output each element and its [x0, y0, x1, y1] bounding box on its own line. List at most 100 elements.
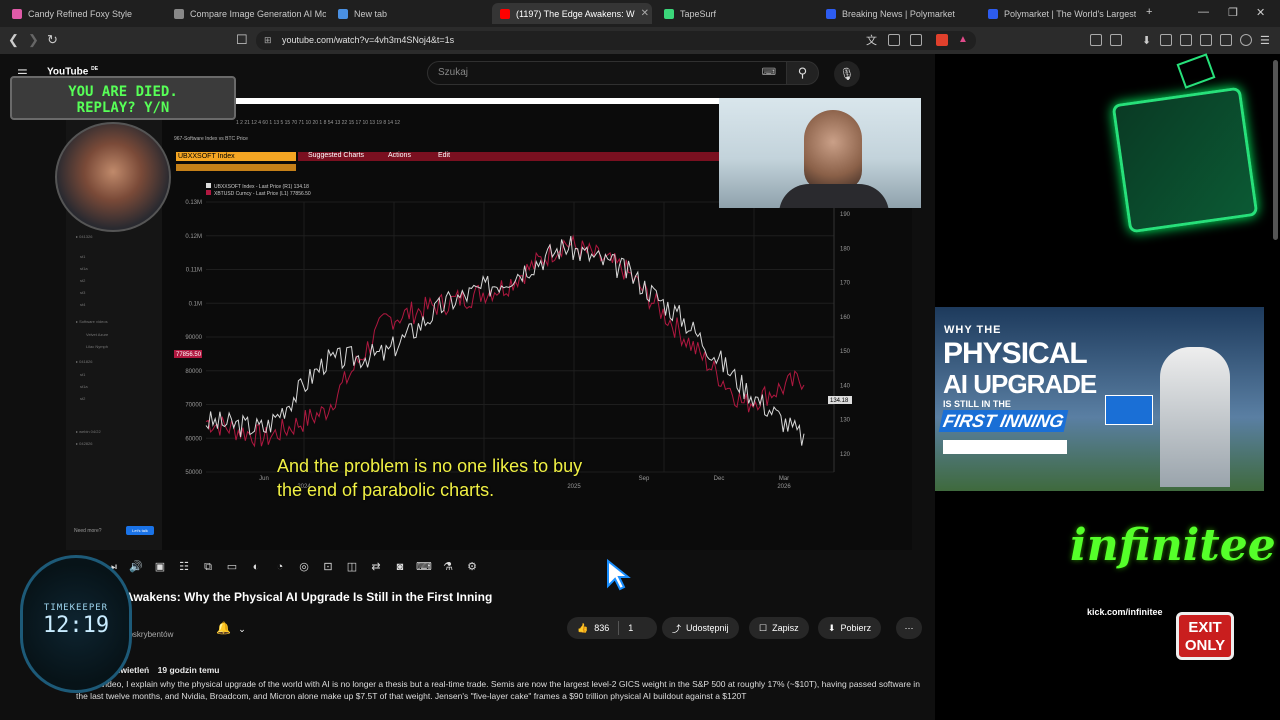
new-tab-icon[interactable]: +	[1146, 6, 1152, 18]
keyboard-icon[interactable]: ⌨	[762, 62, 776, 84]
right-last-value-label: 134.18	[830, 398, 849, 404]
x-tick-label: 2026	[777, 484, 791, 490]
extension-icon[interactable]	[888, 34, 900, 46]
menu-actions: Actions	[388, 152, 411, 159]
youtube-favicon-icon	[500, 8, 510, 19]
browser-tab[interactable]: Compare Image Generation AI Mod	[166, 3, 326, 24]
download-button[interactable]: ⬇ Pobierz	[818, 617, 882, 639]
vpn-icon[interactable]	[1240, 34, 1252, 46]
bloomberg-toolbar-numbers: 1 2 21 12 4 60 1 13 5 15 70 71 10 20 1 8…	[236, 120, 401, 126]
menu-suggested-charts: Suggested Charts	[308, 152, 365, 159]
tab-favicon-icon	[664, 8, 674, 19]
restore-icon[interactable]: ❐	[1228, 6, 1238, 19]
browser-tab-bar: Candy Refined Foxy Style Compare Image G…	[0, 0, 1280, 27]
x-tick-label: Jun	[259, 476, 269, 482]
filter-icon[interactable]: ◎	[296, 559, 312, 575]
notification-bell-button[interactable]: 🔔 ⌄	[208, 617, 256, 639]
browser-tab[interactable]: New tab	[330, 3, 490, 24]
browser-tab[interactable]: Breaking News | Polymarket	[818, 3, 978, 24]
extension-icon[interactable]	[1160, 34, 1172, 46]
flask-icon[interactable]: ⚗	[440, 559, 456, 575]
right-tick-label: 180	[840, 246, 851, 252]
minimize-icon[interactable]: —	[1198, 6, 1209, 18]
extension-icon[interactable]	[910, 34, 922, 46]
lets-talk-button[interactable]: Let's talk	[126, 526, 154, 535]
timekeeper-label: TIMEKEEPER	[43, 603, 109, 613]
site-info-icon[interactable]: ⊞	[264, 31, 272, 50]
bookmark-icon: ☐	[759, 622, 768, 633]
translate-icon[interactable]: 文	[866, 32, 877, 48]
bookmark-icon[interactable]: ☐	[236, 32, 248, 48]
left-tick-label: 70000	[185, 403, 202, 409]
left-tick-label: 0.1M	[189, 301, 202, 307]
extension-icon[interactable]	[1090, 34, 1102, 46]
subtitles-icon[interactable]: ▣	[152, 559, 168, 575]
screenshot-icon[interactable]: ◙	[392, 559, 408, 575]
settings-icon[interactable]: ⚙	[464, 559, 480, 575]
back-icon[interactable]: ❮	[8, 32, 19, 48]
cast-icon[interactable]: ⊡	[320, 559, 336, 575]
video-caption: And the problem is no one likes to buy t…	[277, 454, 582, 502]
timekeeper-widget: TIMEKEEPER 12:19	[20, 555, 132, 693]
theater-icon[interactable]: ▭	[224, 559, 240, 575]
x-tick-label: Mar	[779, 476, 789, 482]
tab-label: New tab	[354, 8, 388, 19]
forward-icon[interactable]: ❯	[28, 32, 39, 48]
ad-line: WHY THE	[944, 324, 1002, 336]
extension-icon[interactable]	[1110, 34, 1122, 46]
keyboard-icon[interactable]: ⌨	[416, 559, 432, 575]
like-button[interactable]: 👍 836	[577, 623, 609, 634]
timekeeper-time: 12:19	[42, 613, 110, 638]
search-button[interactable]: ⚲	[787, 61, 819, 85]
tab-label: TapeSurf	[680, 8, 717, 19]
browser-tab[interactable]: TapeSurf	[656, 3, 816, 24]
speed-icon[interactable]: ◔	[272, 559, 288, 575]
scrollbar[interactable]	[1273, 60, 1278, 240]
download-icon[interactable]: ⬇	[1142, 34, 1154, 47]
miniplayer-icon[interactable]: ⧉	[200, 559, 216, 575]
bell-icon: 🔔	[216, 621, 231, 635]
loop-icon[interactable]: ⇄	[368, 559, 384, 575]
share-button[interactable]: ⤴ Udostępnij	[662, 617, 739, 639]
dislike-count[interactable]: 1	[628, 623, 633, 633]
sidebar-icon[interactable]	[1180, 34, 1192, 46]
left-tick-label: 0.11M	[186, 268, 202, 274]
tab-close-icon[interactable]: ✕	[641, 8, 649, 19]
search-input[interactable]: Szukaj ⌨	[427, 61, 787, 85]
presenter-shirt	[779, 184, 889, 208]
keypad-graphic	[1111, 86, 1259, 234]
autoplay-icon[interactable]: ◐	[248, 559, 264, 575]
menu-icon[interactable]: ☰	[1260, 34, 1272, 47]
left-tick-label: 60000	[185, 436, 202, 442]
playlist-icon[interactable]: ☷	[176, 559, 192, 575]
close-window-icon[interactable]: ✕	[1256, 6, 1265, 19]
video-description[interactable]: In this video, I explain why the physica…	[76, 678, 926, 702]
presenter-face	[804, 110, 862, 190]
game-over-overlay: YOU ARE DIED. REPLAY? Y/N	[10, 76, 236, 120]
brave-shield-icon[interactable]	[936, 34, 948, 46]
right-tick-label: 160	[840, 315, 851, 321]
browser-tab[interactable]: Candy Refined Foxy Style	[4, 3, 164, 24]
ai-icon[interactable]	[1220, 34, 1232, 46]
caption-line: the end of parabolic charts.	[277, 480, 495, 500]
browser-tab[interactable]: Polymarket | The World's Largest Pre	[980, 3, 1136, 24]
right-tick-label: 120	[840, 452, 851, 458]
wallet-icon[interactable]	[1200, 34, 1212, 46]
ad-line: IS STILL IN THE	[943, 399, 1011, 409]
right-tick-label: 140	[840, 383, 851, 389]
ad-banner[interactable]: WHY THE PHYSICAL AI UPGRADE IS STILL IN …	[935, 307, 1264, 491]
browser-tab-active[interactable]: (1197) The Edge Awakens: W ✕	[492, 3, 652, 24]
save-button[interactable]: ☐ Zapisz	[749, 617, 809, 639]
youtube-region: DE	[91, 66, 99, 72]
reload-icon[interactable]: ↻	[47, 32, 58, 48]
split-icon[interactable]: ◫	[344, 559, 360, 575]
tab-favicon-icon	[12, 8, 22, 19]
voice-search-button[interactable]: 🎙	[834, 61, 860, 87]
share-label: Udostępnij	[686, 623, 729, 633]
search-placeholder: Szukaj	[438, 67, 469, 78]
chevron-down-icon: ⌄	[238, 624, 246, 634]
more-actions-button[interactable]: ⋯	[896, 617, 922, 639]
robot-batter-graphic	[1160, 347, 1230, 487]
rewards-icon[interactable]: ▲	[958, 34, 970, 46]
volume-icon[interactable]: 🔊	[128, 559, 144, 575]
